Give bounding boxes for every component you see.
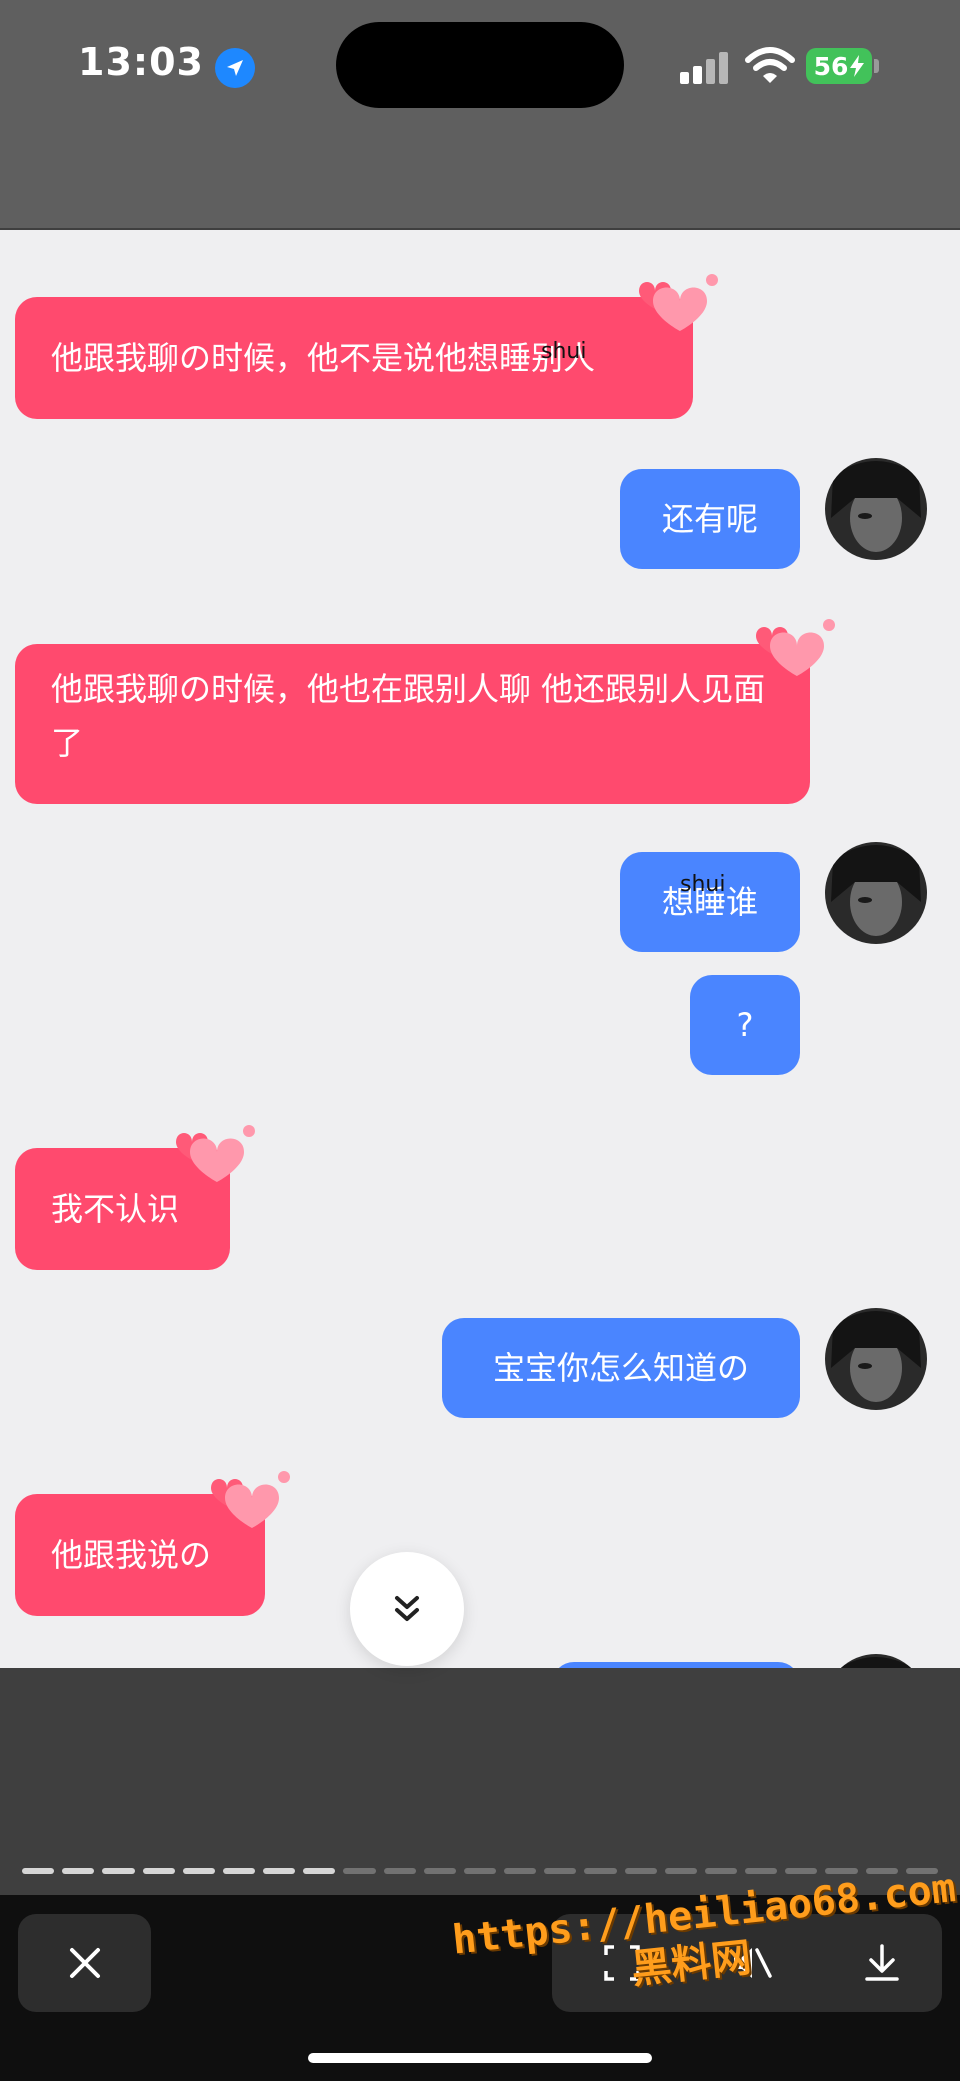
progress-segment xyxy=(383,1868,416,1874)
progress-segment xyxy=(423,1868,456,1874)
progress-segment xyxy=(745,1868,778,1874)
chat-screenshot: 他跟我聊の时候，他不是说他想睡别人 shui 还有呢 他跟我聊の时候，他也在跟别… xyxy=(0,230,960,1668)
battery-charging-icon: 56 xyxy=(806,48,872,84)
dynamic-island xyxy=(336,22,624,108)
message-outgoing-partial xyxy=(552,1662,800,1668)
progress-segment xyxy=(222,1868,256,1874)
message-text: 宝宝你怎么知道の xyxy=(492,1349,749,1387)
message-text: 他跟我说の xyxy=(51,1536,212,1574)
avatar xyxy=(825,1654,927,1668)
hearts-decoration-icon xyxy=(639,274,718,331)
progress-segment xyxy=(504,1868,537,1874)
progress-segment xyxy=(343,1868,376,1874)
message-overlay-text: shui xyxy=(680,872,726,897)
progress-segment xyxy=(303,1868,336,1874)
message-outgoing: 还有呢 xyxy=(620,469,800,569)
home-indicator xyxy=(308,2053,652,2063)
progress-segment xyxy=(62,1868,95,1874)
hearts-decoration-icon xyxy=(211,1471,290,1528)
message-text: 他跟我聊の时候，他不是说他想睡别人 xyxy=(51,339,596,377)
progress-segment xyxy=(704,1868,738,1874)
progress-segment xyxy=(664,1868,697,1874)
progress-segment xyxy=(544,1868,577,1874)
progress-segment xyxy=(142,1868,175,1874)
scroll-down-button[interactable] xyxy=(350,1552,464,1666)
message-outgoing: 宝宝你怎么知道の xyxy=(442,1318,800,1418)
progress-segment xyxy=(624,1868,657,1874)
hearts-decoration-icon xyxy=(756,619,835,676)
wifi-icon xyxy=(745,46,795,86)
progress-segment xyxy=(182,1868,215,1874)
message-incoming: 他跟我聊の时候，他也在跟别人聊 他还跟别人见面了 xyxy=(15,644,810,804)
battery-cap xyxy=(874,59,879,73)
scroll-down-icon xyxy=(395,1596,419,1621)
progress-segment xyxy=(102,1868,135,1874)
progress-segment xyxy=(825,1868,858,1874)
message-text: 我不认识 xyxy=(51,1190,180,1228)
story-progress-bar xyxy=(22,1868,938,1874)
progress-segment xyxy=(785,1868,818,1874)
avatar xyxy=(825,842,927,944)
message-text: 还有呢 xyxy=(661,500,758,538)
battery-level: 56 xyxy=(813,51,849,81)
message-text: ? xyxy=(736,1006,754,1044)
location-arrow-icon xyxy=(215,48,255,88)
progress-segment xyxy=(584,1868,617,1874)
message-text: 他跟我聊の时候，他也在跟别人聊 他还跟别人见面了 xyxy=(51,670,766,762)
close-icon xyxy=(69,1948,100,1978)
progress-segment xyxy=(22,1868,55,1874)
avatar xyxy=(825,458,927,560)
hearts-decoration-icon xyxy=(176,1125,255,1182)
progress-segment xyxy=(463,1868,497,1874)
progress-segment xyxy=(263,1868,296,1874)
message-overlay-text: shui xyxy=(541,339,587,364)
close-button[interactable] xyxy=(18,1914,151,2012)
message-outgoing: 想睡谁 xyxy=(620,852,800,952)
message-incoming: 他跟我聊の时候，他不是说他想睡别人 xyxy=(15,297,693,419)
message-outgoing: ? xyxy=(690,975,800,1075)
status-time: 13:03 xyxy=(78,40,204,84)
avatar xyxy=(825,1308,927,1410)
cellular-signal-icon xyxy=(680,52,732,84)
